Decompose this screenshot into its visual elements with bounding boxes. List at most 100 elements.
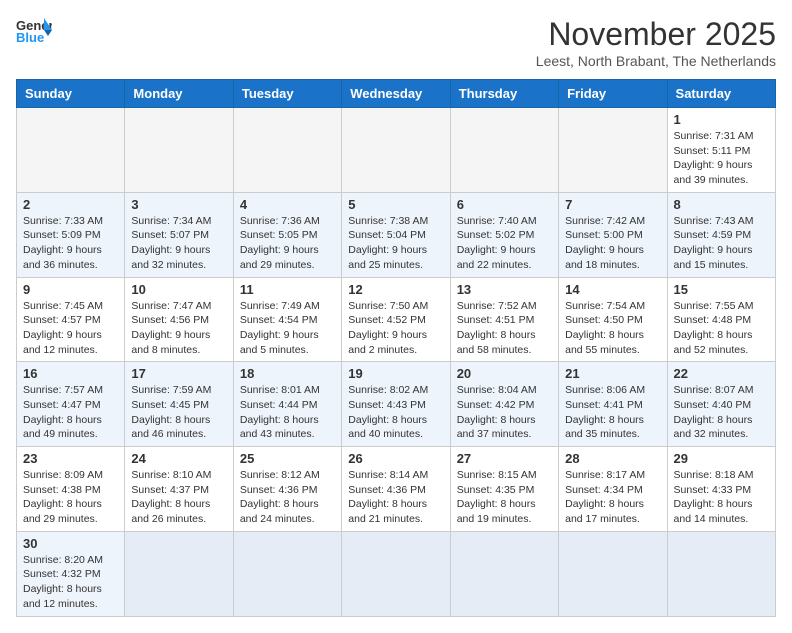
day-info: Sunrise: 7:52 AM Sunset: 4:51 PM Dayligh… bbox=[457, 299, 552, 358]
calendar-cell: 17Sunrise: 7:59 AM Sunset: 4:45 PM Dayli… bbox=[125, 362, 233, 447]
day-info: Sunrise: 7:40 AM Sunset: 5:02 PM Dayligh… bbox=[457, 214, 552, 273]
day-info: Sunrise: 7:54 AM Sunset: 4:50 PM Dayligh… bbox=[565, 299, 660, 358]
day-info: Sunrise: 8:04 AM Sunset: 4:42 PM Dayligh… bbox=[457, 383, 552, 442]
calendar-cell bbox=[125, 531, 233, 616]
page-header: General Blue November 2025 Leest, North … bbox=[16, 16, 776, 69]
day-number: 26 bbox=[348, 451, 443, 466]
calendar-cell: 10Sunrise: 7:47 AM Sunset: 4:56 PM Dayli… bbox=[125, 277, 233, 362]
calendar-cell: 4 Sunrise: 7:36 AM Sunset: 5:05 PM Daylig… bbox=[233, 192, 341, 277]
day-info: Sunrise: 7:36 AM Sunset: 5:05 PM Dayligh… bbox=[240, 214, 335, 273]
calendar-cell bbox=[125, 108, 233, 193]
calendar-cell bbox=[233, 108, 341, 193]
calendar-cell: 19Sunrise: 8:02 AM Sunset: 4:43 PM Dayli… bbox=[342, 362, 450, 447]
calendar-week-row: 9Sunrise: 7:45 AM Sunset: 4:57 PM Daylig… bbox=[17, 277, 776, 362]
column-header-saturday: Saturday bbox=[667, 80, 775, 108]
day-info: Sunrise: 7:43 AM Sunset: 4:59 PM Dayligh… bbox=[674, 214, 769, 273]
day-number: 3 bbox=[131, 197, 226, 212]
day-info: Sunrise: 8:18 AM Sunset: 4:33 PM Dayligh… bbox=[674, 468, 769, 527]
calendar-cell bbox=[450, 108, 558, 193]
column-header-tuesday: Tuesday bbox=[233, 80, 341, 108]
day-info: Sunrise: 7:31 AM Sunset: 5:11 PM Dayligh… bbox=[674, 129, 769, 188]
day-info: Sunrise: 8:02 AM Sunset: 4:43 PM Dayligh… bbox=[348, 383, 443, 442]
day-number: 20 bbox=[457, 366, 552, 381]
calendar-cell bbox=[450, 531, 558, 616]
column-header-friday: Friday bbox=[559, 80, 667, 108]
day-number: 30 bbox=[23, 536, 118, 551]
calendar-cell: 13 Sunrise: 7:52 AM Sunset: 4:51 PM Dayli… bbox=[450, 277, 558, 362]
calendar-cell bbox=[559, 108, 667, 193]
calendar-cell: 22 Sunrise: 8:07 AM Sunset: 4:40 PM Dayli… bbox=[667, 362, 775, 447]
day-number: 14 bbox=[565, 282, 660, 297]
calendar-cell bbox=[342, 108, 450, 193]
day-info: Sunrise: 7:55 AM Sunset: 4:48 PM Dayligh… bbox=[674, 299, 769, 358]
day-number: 22 bbox=[674, 366, 769, 381]
calendar-cell: 5Sunrise: 7:38 AM Sunset: 5:04 PM Daylig… bbox=[342, 192, 450, 277]
column-header-thursday: Thursday bbox=[450, 80, 558, 108]
day-info: Sunrise: 7:50 AM Sunset: 4:52 PM Dayligh… bbox=[348, 299, 443, 358]
day-number: 28 bbox=[565, 451, 660, 466]
day-info: Sunrise: 7:45 AM Sunset: 4:57 PM Dayligh… bbox=[23, 299, 118, 358]
day-info: Sunrise: 7:34 AM Sunset: 5:07 PM Dayligh… bbox=[131, 214, 226, 273]
calendar-cell bbox=[233, 531, 341, 616]
day-info: Sunrise: 8:14 AM Sunset: 4:36 PM Dayligh… bbox=[348, 468, 443, 527]
calendar-cell: 16Sunrise: 7:57 AM Sunset: 4:47 PM Dayli… bbox=[17, 362, 125, 447]
calendar-week-row: 16Sunrise: 7:57 AM Sunset: 4:47 PM Dayli… bbox=[17, 362, 776, 447]
day-number: 11 bbox=[240, 282, 335, 297]
location-subtitle: Leest, North Brabant, The Netherlands bbox=[536, 53, 776, 69]
calendar-week-row: 23 Sunrise: 8:09 AM Sunset: 4:38 PM Dayli… bbox=[17, 447, 776, 532]
calendar-cell: 27Sunrise: 8:15 AM Sunset: 4:35 PM Dayli… bbox=[450, 447, 558, 532]
day-number: 7 bbox=[565, 197, 660, 212]
day-number: 18 bbox=[240, 366, 335, 381]
calendar-week-row: 2 Sunrise: 7:33 AM Sunset: 5:09 PM Daylig… bbox=[17, 192, 776, 277]
calendar-cell: 20 Sunrise: 8:04 AM Sunset: 4:42 PM Dayli… bbox=[450, 362, 558, 447]
month-title: November 2025 bbox=[536, 16, 776, 53]
day-number: 2 bbox=[23, 197, 118, 212]
day-info: Sunrise: 8:20 AM Sunset: 4:32 PM Dayligh… bbox=[23, 553, 118, 612]
calendar-cell bbox=[559, 531, 667, 616]
calendar-cell: 30 Sunrise: 8:20 AM Sunset: 4:32 PM Dayli… bbox=[17, 531, 125, 616]
calendar-cell bbox=[17, 108, 125, 193]
calendar-cell: 28 Sunrise: 8:17 AM Sunset: 4:34 PM Dayli… bbox=[559, 447, 667, 532]
day-info: Sunrise: 7:42 AM Sunset: 5:00 PM Dayligh… bbox=[565, 214, 660, 273]
title-area: November 2025 Leest, North Brabant, The … bbox=[536, 16, 776, 69]
day-number: 21 bbox=[565, 366, 660, 381]
column-header-monday: Monday bbox=[125, 80, 233, 108]
day-info: Sunrise: 7:49 AM Sunset: 4:54 PM Dayligh… bbox=[240, 299, 335, 358]
calendar-cell: 12 Sunrise: 7:50 AM Sunset: 4:52 PM Dayli… bbox=[342, 277, 450, 362]
day-info: Sunrise: 8:09 AM Sunset: 4:38 PM Dayligh… bbox=[23, 468, 118, 527]
day-number: 6 bbox=[457, 197, 552, 212]
day-number: 1 bbox=[674, 112, 769, 127]
calendar-cell: 21 Sunrise: 8:06 AM Sunset: 4:41 PM Dayli… bbox=[559, 362, 667, 447]
day-number: 17 bbox=[131, 366, 226, 381]
calendar-cell: 7 Sunrise: 7:42 AM Sunset: 5:00 PM Daylig… bbox=[559, 192, 667, 277]
day-info: Sunrise: 8:01 AM Sunset: 4:44 PM Dayligh… bbox=[240, 383, 335, 442]
column-header-sunday: Sunday bbox=[17, 80, 125, 108]
calendar-cell: 2 Sunrise: 7:33 AM Sunset: 5:09 PM Daylig… bbox=[17, 192, 125, 277]
day-number: 4 bbox=[240, 197, 335, 212]
calendar-header-row: SundayMondayTuesdayWednesdayThursdayFrid… bbox=[17, 80, 776, 108]
day-number: 23 bbox=[23, 451, 118, 466]
day-info: Sunrise: 8:07 AM Sunset: 4:40 PM Dayligh… bbox=[674, 383, 769, 442]
logo: General Blue bbox=[16, 16, 52, 44]
day-number: 8 bbox=[674, 197, 769, 212]
calendar-cell: 15 Sunrise: 7:55 AM Sunset: 4:48 PM Dayli… bbox=[667, 277, 775, 362]
calendar-cell: 18 Sunrise: 8:01 AM Sunset: 4:44 PM Dayli… bbox=[233, 362, 341, 447]
calendar-table: SundayMondayTuesdayWednesdayThursdayFrid… bbox=[16, 79, 776, 617]
day-number: 13 bbox=[457, 282, 552, 297]
day-info: Sunrise: 8:15 AM Sunset: 4:35 PM Dayligh… bbox=[457, 468, 552, 527]
day-info: Sunrise: 8:17 AM Sunset: 4:34 PM Dayligh… bbox=[565, 468, 660, 527]
calendar-cell: 14 Sunrise: 7:54 AM Sunset: 4:50 PM Dayli… bbox=[559, 277, 667, 362]
day-number: 15 bbox=[674, 282, 769, 297]
calendar-cell: 3 Sunrise: 7:34 AM Sunset: 5:07 PM Daylig… bbox=[125, 192, 233, 277]
day-info: Sunrise: 7:33 AM Sunset: 5:09 PM Dayligh… bbox=[23, 214, 118, 273]
calendar-cell: 6 Sunrise: 7:40 AM Sunset: 5:02 PM Daylig… bbox=[450, 192, 558, 277]
calendar-cell: 23 Sunrise: 8:09 AM Sunset: 4:38 PM Dayli… bbox=[17, 447, 125, 532]
calendar-cell: 25Sunrise: 8:12 AM Sunset: 4:36 PM Dayli… bbox=[233, 447, 341, 532]
calendar-cell: 11 Sunrise: 7:49 AM Sunset: 4:54 PM Dayli… bbox=[233, 277, 341, 362]
day-number: 12 bbox=[348, 282, 443, 297]
calendar-week-row: 1 Sunrise: 7:31 AM Sunset: 5:11 PM Daylig… bbox=[17, 108, 776, 193]
column-header-wednesday: Wednesday bbox=[342, 80, 450, 108]
day-info: Sunrise: 8:06 AM Sunset: 4:41 PM Dayligh… bbox=[565, 383, 660, 442]
day-info: Sunrise: 8:10 AM Sunset: 4:37 PM Dayligh… bbox=[131, 468, 226, 527]
day-info: Sunrise: 7:38 AM Sunset: 5:04 PM Dayligh… bbox=[348, 214, 443, 273]
